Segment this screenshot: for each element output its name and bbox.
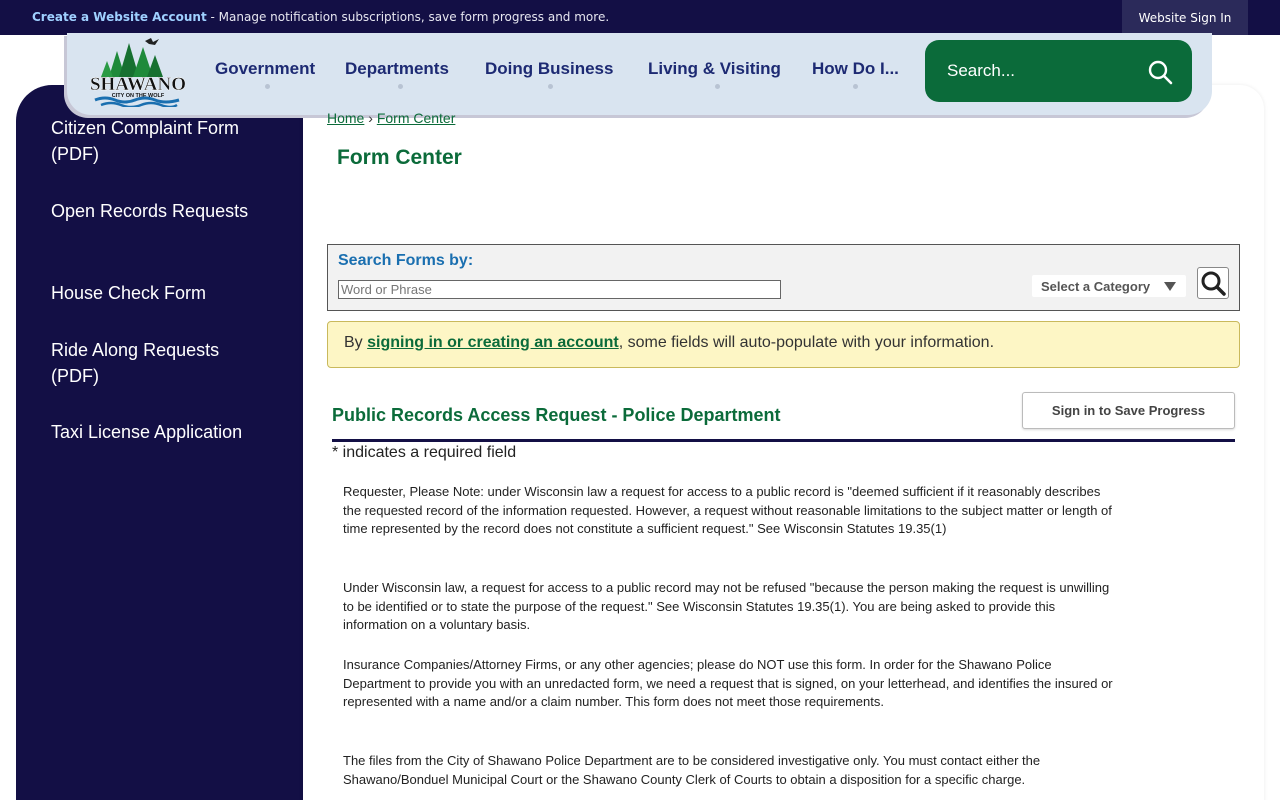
sidebar: Citizen Complaint Form (PDF) Open Record…	[16, 85, 303, 800]
category-select-label: Select a Category	[1041, 278, 1151, 294]
notice-suffix: , some fields will auto-populate with yo…	[618, 334, 995, 351]
form-paragraph: Insurance Companies/Attorney Firms, or a…	[343, 657, 1113, 710]
page-title: Form Center	[337, 146, 462, 169]
sign-in-create-account-link[interactable]: signing in or creating an account	[367, 334, 619, 351]
form-paragraph: The files from the City of Shawano Polic…	[343, 753, 1041, 787]
category-select[interactable]: Select a Category	[1032, 275, 1186, 297]
sidebar-item-taxi-license[interactable]: Taxi License Application	[51, 419, 271, 445]
form-divider	[332, 439, 1235, 442]
breadcrumb-separator: ›	[368, 110, 373, 126]
nav-indicator-dot	[548, 84, 553, 89]
nav-departments[interactable]: Departments	[345, 59, 449, 79]
account-promo: Create a Website Account - Manage notifi…	[32, 10, 609, 24]
form-title: Public Records Access Request - Police D…	[332, 405, 781, 425]
website-sign-in-button[interactable]: Website Sign In	[1122, 0, 1248, 35]
shawano-logo[interactable]: SHAWANO CITY ON THE WOLF	[87, 37, 189, 107]
nav-indicator-dot	[715, 84, 720, 89]
breadcrumb-home[interactable]: Home	[327, 110, 364, 126]
nav-living-visiting[interactable]: Living & Visiting	[648, 59, 781, 79]
nav-doing-business[interactable]: Doing Business	[485, 59, 613, 79]
nav-indicator-dot	[853, 84, 858, 89]
search-forms-panel: Search Forms by: Select a Category	[327, 244, 1240, 311]
sidebar-item-open-records[interactable]: Open Records Requests	[51, 198, 271, 224]
search-forms-button[interactable]	[1197, 267, 1229, 299]
sidebar-item-house-check[interactable]: House Check Form	[51, 280, 271, 306]
sidebar-item-citizen-complaint[interactable]: Citizen Complaint Form (PDF)	[51, 115, 271, 167]
breadcrumb-form-center[interactable]: Form Center	[377, 110, 456, 126]
main-header: SHAWANO CITY ON THE WOLF Government Depa…	[67, 33, 1212, 115]
required-field-note: * indicates a required field	[332, 444, 517, 461]
nav-indicator-dot	[398, 84, 403, 89]
nav-indicator-dot	[265, 84, 270, 89]
word-phrase-input[interactable]	[338, 280, 781, 299]
form-paragraph: Under Wisconsin law, a request for acces…	[343, 580, 1110, 633]
search-icon[interactable]	[1147, 59, 1173, 85]
notice-prefix: By	[344, 334, 368, 351]
promo-text: - Manage notification subscriptions, sav…	[206, 10, 610, 24]
chevron-down-icon	[1164, 282, 1176, 291]
nav-how-do-i[interactable]: How Do I...	[812, 59, 899, 79]
nav-government[interactable]: Government	[215, 59, 315, 79]
sign-in-save-progress-button[interactable]: Sign in to Save Progress	[1022, 392, 1235, 429]
magnifier-icon	[1201, 271, 1226, 296]
top-utility-bar: Create a Website Account - Manage notifi…	[0, 0, 1280, 35]
sign-in-notice: By signing in or creating an account, so…	[327, 321, 1240, 368]
sidebar-item-ride-along[interactable]: Ride Along Requests (PDF)	[51, 337, 271, 389]
form-paragraph: Requester, Please Note: under Wisconsin …	[343, 484, 1112, 537]
site-search-input[interactable]	[947, 58, 1137, 84]
breadcrumb: Home › Form Center	[327, 110, 455, 126]
site-search	[925, 40, 1192, 102]
logo-wordmark: SHAWANO	[90, 74, 186, 95]
search-forms-label: Search Forms by:	[338, 252, 474, 269]
create-account-link[interactable]: Create a Website Account	[32, 10, 207, 24]
